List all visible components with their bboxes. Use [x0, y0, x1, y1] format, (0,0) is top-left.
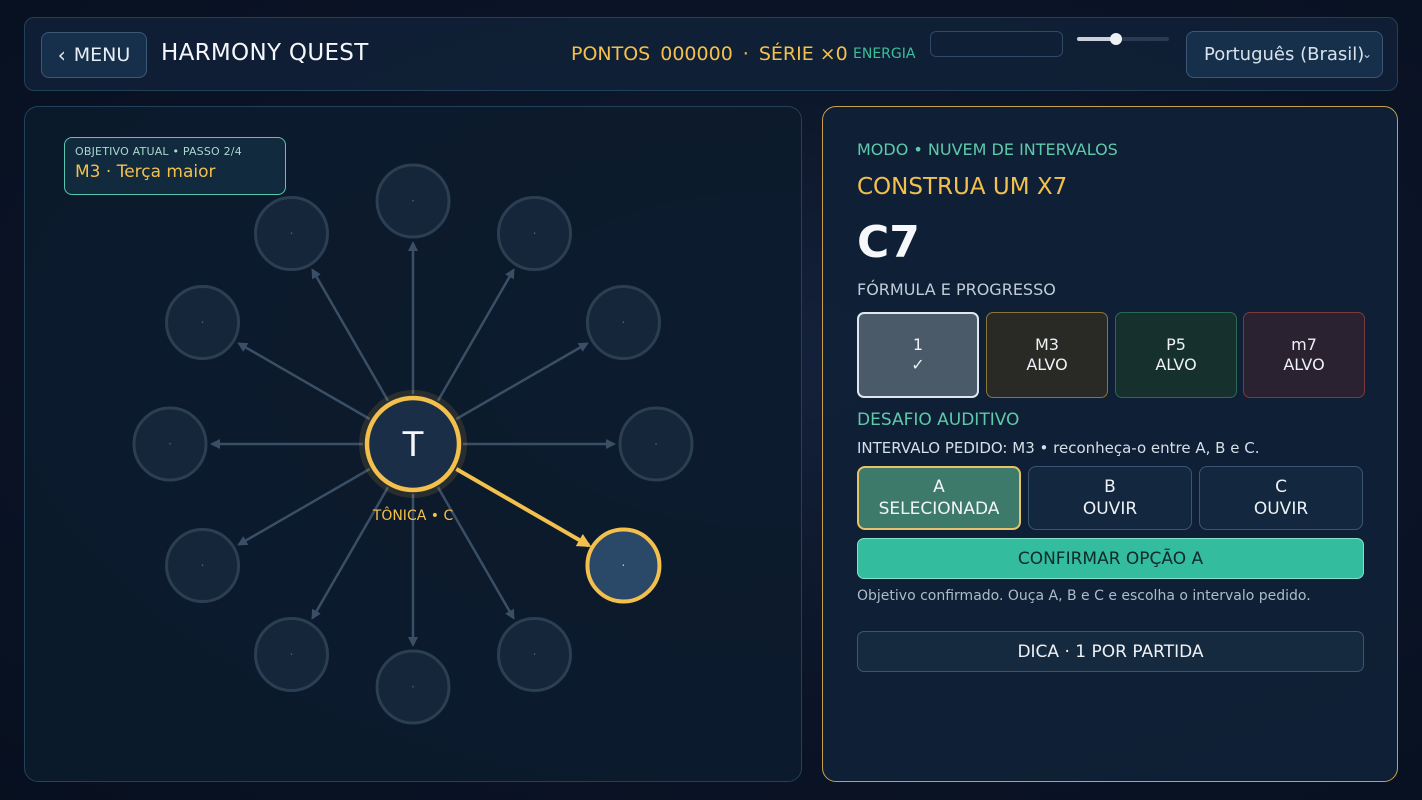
points-label: PONTOS — [571, 43, 651, 65]
node-dot: · — [533, 647, 537, 661]
option-action: OUVIR — [1253, 499, 1309, 519]
node-dot: · — [654, 437, 658, 451]
language-selected: Português (Brasil) — [1204, 44, 1365, 65]
node-dot: · — [201, 559, 205, 573]
formula-card-label: M3 — [1035, 335, 1059, 354]
objective-step: OBJETIVO ATUAL • PASSO 2/4 — [75, 145, 242, 158]
task-title: CONSTRUA UM X7 — [857, 174, 1068, 200]
streak-label: SÉRIE ×0 — [758, 43, 848, 65]
option-letter: A — [933, 477, 945, 497]
chevron-down-icon: ⌄ — [1361, 47, 1372, 61]
language-select[interactable]: Português (Brasil) ⌄ — [1186, 31, 1383, 78]
interval-edge — [311, 486, 390, 620]
interval-edge — [311, 268, 390, 402]
node-dot: · — [533, 227, 537, 241]
interval-edge — [237, 342, 371, 421]
formula-card-state: ALVO — [1026, 355, 1068, 374]
formula-card-state: ALVO — [1155, 355, 1197, 374]
node-dot: · — [411, 680, 415, 694]
menu-button[interactable]: ‹ MENU — [41, 32, 147, 78]
interval-edge — [436, 268, 515, 402]
node-dot: · — [411, 194, 415, 208]
formula-card-label: P5 — [1166, 335, 1186, 354]
hint-button[interactable]: DICA · 1 POR PARTIDA — [857, 631, 1364, 672]
aural-challenge-prompt: INTERVALO PEDIDO: M3 • reconheça-o entre… — [857, 439, 1260, 457]
option-letter: B — [1104, 477, 1116, 497]
energy-label: ENERGIA — [853, 46, 916, 62]
interval-edge — [436, 486, 515, 620]
top-bar: ‹ MENU HARMONY QUEST PONTOS 000000 · SÉR… — [24, 17, 1398, 91]
node-dot: · — [290, 227, 294, 241]
challenge-panel: MODO • NUVEM DE INTERVALOS CONSTRUA UM X… — [822, 106, 1398, 782]
node-dot: · — [201, 316, 205, 330]
interval-cloud-board: · · · · · · · · · · · · T TÔNICA • C OBJETIVO ATUAL … — [24, 106, 802, 782]
node-dot: · — [622, 559, 626, 573]
formula-card-m7: m7 ALVO — [1243, 312, 1365, 398]
option-action: SELECIONADA — [878, 499, 1000, 519]
formula-card-root: 1 ✓ — [857, 312, 979, 398]
formula-card-p5: P5 ALVO — [1115, 312, 1237, 398]
points-value: 000000 — [660, 43, 733, 65]
option-b-button[interactable]: B OUVIR — [1028, 466, 1192, 530]
mode-label: MODO • NUVEM DE INTERVALOS — [857, 140, 1118, 159]
volume-slider[interactable] — [1077, 33, 1169, 45]
volume-slider-knob[interactable] — [1109, 33, 1122, 45]
score-separator: · — [742, 43, 749, 65]
current-objective-card: OBJETIVO ATUAL • PASSO 2/4 M3 · Terça ma… — [64, 137, 286, 195]
node-dot: · — [168, 437, 172, 451]
confirm-button[interactable]: CONFIRMAR OPÇÃO A — [857, 538, 1364, 579]
interval-graph: · · · · · · · · · · · · T TÔNICA • C — [132, 163, 694, 725]
aural-challenge-title: DESAFIO AUDITIVO — [857, 410, 1020, 430]
option-letter: C — [1275, 477, 1287, 497]
interval-edge — [237, 467, 371, 546]
formula-card-label: m7 — [1291, 335, 1317, 354]
option-c-button[interactable]: C OUVIR — [1199, 466, 1363, 530]
menu-label: MENU — [73, 44, 131, 66]
formula-card-state: ALVO — [1283, 355, 1325, 374]
option-a-button[interactable]: A SELECIONADA — [857, 466, 1021, 530]
energy-bar — [930, 31, 1063, 57]
formula-card-m3: M3 ALVO — [986, 312, 1108, 398]
status-text: Objetivo confirmado. Ouça A, B e C e esc… — [857, 588, 1311, 604]
chord-name: C7 — [857, 217, 920, 268]
app-title: HARMONY QUEST — [161, 40, 369, 66]
selected-interval-arrow — [455, 467, 592, 548]
option-action: OUVIR — [1082, 499, 1138, 519]
formula-card-label: 1 — [912, 335, 924, 354]
objective-interval: M3 · Terça maior — [75, 162, 216, 182]
chevron-left-icon: ‹ — [57, 43, 66, 67]
score-display: PONTOS 000000 · SÉRIE ×0 — [571, 43, 848, 65]
formula-title: FÓRMULA E PROGRESSO — [857, 280, 1056, 299]
check-icon: ✓ — [911, 355, 925, 374]
root-node-symbol: T — [402, 425, 424, 465]
interval-edge — [455, 342, 589, 421]
node-dot: · — [290, 647, 294, 661]
root-node-label: TÔNICA • C — [372, 506, 454, 524]
node-dot: · — [622, 316, 626, 330]
